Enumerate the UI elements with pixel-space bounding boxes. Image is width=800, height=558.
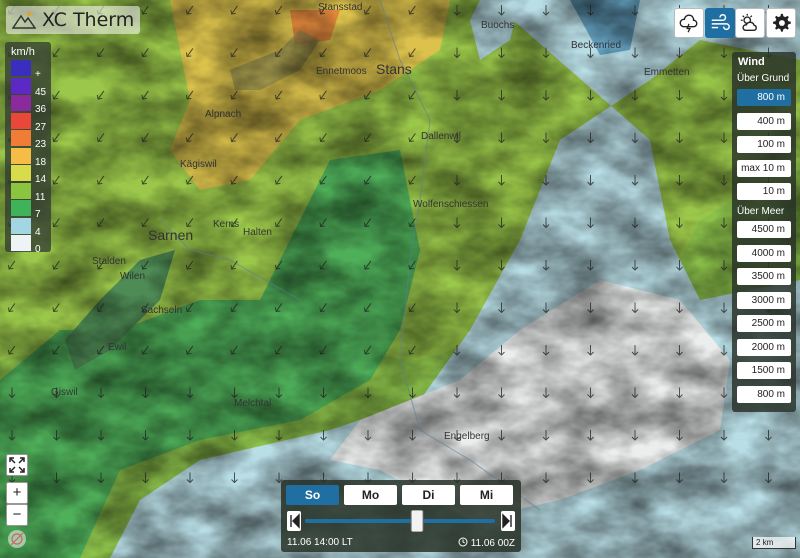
place-label: Alpnach bbox=[205, 109, 241, 120]
agl-level-button[interactable]: 800 m bbox=[737, 89, 791, 106]
wind-layer-button[interactable] bbox=[705, 8, 735, 38]
zoom-out-button[interactable]: − bbox=[6, 504, 28, 526]
location-button[interactable] bbox=[8, 530, 26, 548]
wind-panel-title: Wind bbox=[738, 56, 765, 68]
day-button[interactable]: Mi bbox=[460, 485, 513, 505]
place-label: Beckenried bbox=[571, 40, 621, 51]
legend-swatch bbox=[11, 200, 31, 216]
legend-value: 36 bbox=[35, 104, 47, 115]
time-thumb[interactable] bbox=[410, 510, 424, 532]
app-logo[interactable]: XC Therm bbox=[6, 6, 141, 34]
expand-icon bbox=[9, 457, 25, 473]
agl-level-button[interactable]: 400 m bbox=[737, 112, 791, 130]
settings-button[interactable] bbox=[766, 8, 796, 38]
place-label: Sarnen bbox=[148, 227, 193, 243]
legend-value: 7 bbox=[35, 209, 41, 220]
wind-map[interactable]: Stansstad Buochs Beckenried Emmetten Ennetmo… bbox=[0, 0, 800, 558]
place-label: Kägiswil bbox=[180, 159, 217, 170]
place-label: Wolfenschiessen bbox=[413, 199, 488, 210]
day-button[interactable]: Di bbox=[402, 485, 455, 505]
legend-unit: km/h bbox=[11, 46, 35, 58]
place-label: Wilen bbox=[120, 271, 145, 282]
amsl-level-button[interactable]: 2500 m bbox=[737, 315, 791, 332]
agl-level-button[interactable]: max 10 m bbox=[737, 159, 791, 177]
legend-value: 11 bbox=[35, 191, 46, 203]
cloud-lightning-icon bbox=[679, 14, 698, 33]
sun-cloud-icon bbox=[740, 13, 757, 32]
gear-icon bbox=[773, 13, 791, 32]
agl-level-button[interactable]: 100 m bbox=[737, 136, 791, 153]
wind-icon bbox=[711, 14, 730, 31]
zoom-in-button[interactable]: + bbox=[6, 482, 28, 504]
place-label: Halten bbox=[243, 227, 272, 238]
legend-swatch bbox=[11, 95, 31, 111]
wind-altitude-panel: Wind Über Grund 800 m 400 m 100 m max 10 m 1… bbox=[732, 52, 796, 412]
wind-speed-legend: km/h +45 36 27 23 18 14 11 7 4 0 bbox=[5, 42, 51, 255]
legend-value: 23 bbox=[35, 139, 47, 150]
legend-value: 18 bbox=[35, 156, 47, 168]
above-ground-label: Über Grund bbox=[737, 73, 790, 84]
place-label: Emmetten bbox=[644, 67, 690, 78]
place-label: Stansstad bbox=[318, 2, 362, 13]
day-button[interactable]: So bbox=[286, 485, 339, 505]
agl-level-button[interactable]: 10 m bbox=[737, 183, 791, 200]
place-label: Melchtal bbox=[234, 398, 271, 409]
amsl-level-button[interactable]: 800 m bbox=[737, 385, 791, 403]
legend-value: 27 bbox=[35, 121, 47, 133]
legend-value: 4 bbox=[35, 226, 41, 238]
place-label: Stalden bbox=[92, 256, 126, 267]
place-label: Kerns bbox=[213, 219, 239, 230]
amsl-level-button[interactable]: 4000 m bbox=[737, 244, 791, 262]
place-label: Ennetmoos bbox=[316, 66, 367, 77]
legend-swatch bbox=[11, 217, 31, 234]
legend-swatch bbox=[11, 130, 31, 146]
legend-swatch bbox=[11, 60, 31, 76]
time-panel: So Mo Di Mi 11.06 14:00 LT 11.06 00Z bbox=[281, 480, 521, 552]
location-off-icon bbox=[10, 532, 24, 546]
place-label: Buochs bbox=[481, 20, 514, 31]
amsl-level-button[interactable]: 3500 m bbox=[737, 268, 791, 285]
place-label: Ewil bbox=[108, 342, 126, 353]
place-label: Stans bbox=[376, 61, 412, 77]
weather-layer-button[interactable] bbox=[674, 8, 704, 38]
thermal-layer-button[interactable] bbox=[735, 8, 765, 38]
local-time-label: 11.06 14:00 LT bbox=[287, 537, 353, 548]
legend-swatch bbox=[11, 235, 31, 251]
amsl-level-button[interactable]: 1500 m bbox=[737, 362, 791, 379]
time-slider[interactable] bbox=[287, 510, 515, 532]
utc-time-wrapper: 11.06 00Z bbox=[458, 537, 515, 549]
place-label: Dallenwil bbox=[421, 131, 461, 142]
place-label: Engelberg bbox=[444, 431, 490, 442]
above-sea-label: Über Meer bbox=[737, 206, 785, 217]
amsl-level-button[interactable]: 4500 m bbox=[737, 221, 791, 238]
app-title: XC Therm bbox=[42, 9, 135, 31]
legend-value: + bbox=[35, 69, 41, 80]
legend-swatch bbox=[11, 165, 31, 181]
legend-value: 0 bbox=[35, 244, 41, 255]
utc-time-label: 11.06 00Z bbox=[470, 538, 515, 549]
time-track[interactable] bbox=[305, 519, 495, 523]
day-button[interactable]: Mo bbox=[344, 485, 397, 505]
legend-value: 45 bbox=[35, 86, 47, 98]
legend-swatch bbox=[11, 147, 31, 164]
legend-value: 14 bbox=[35, 174, 47, 185]
amsl-level-button[interactable]: 3000 m bbox=[737, 291, 791, 309]
scale-bar: 2 km bbox=[752, 537, 796, 549]
fullscreen-button[interactable] bbox=[6, 454, 28, 476]
mountain-icon bbox=[12, 12, 36, 29]
legend-swatch bbox=[11, 182, 31, 199]
legend-swatch bbox=[11, 77, 31, 94]
clock-icon bbox=[458, 537, 468, 547]
amsl-level-button[interactable]: 2000 m bbox=[737, 338, 791, 356]
legend-swatch bbox=[11, 112, 31, 129]
place-label: Sachseln bbox=[141, 305, 182, 316]
place-label: Giswil bbox=[51, 387, 78, 398]
